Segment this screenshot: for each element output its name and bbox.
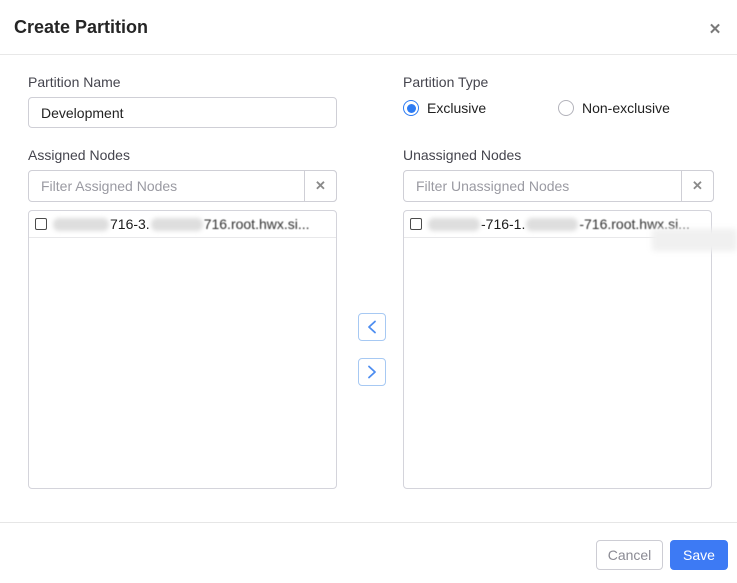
unassigned-nodes-list: -716-1. -716.root.hwx.si...	[403, 210, 712, 489]
assigned-nodes-list: 716-3. 716.root.hwx.si...	[28, 210, 337, 489]
unassigned-filter-clear-icon[interactable]: ✕	[681, 170, 714, 202]
radio-option-exclusive[interactable]: Exclusive	[403, 100, 486, 116]
radio-selected-icon[interactable]	[403, 100, 419, 116]
dialog-title: Create Partition	[14, 17, 149, 37]
assigned-filter-group: ✕	[28, 170, 337, 202]
dialog-header: Create Partition ✕	[0, 0, 737, 55]
radio-label: Non-exclusive	[582, 100, 670, 116]
unassigned-nodes-label: Unassigned Nodes	[403, 147, 522, 163]
redacted-text	[53, 217, 109, 231]
unassigned-filter-group: ✕	[403, 170, 714, 202]
radio-label: Exclusive	[427, 100, 487, 116]
assigned-node-row[interactable]: 716-3. 716.root.hwx.si...	[29, 211, 336, 238]
node-name-part: -716-1.	[481, 216, 526, 232]
node-name: 716-3. 716.root.hwx.si...	[52, 216, 310, 232]
move-right-button[interactable]	[358, 358, 386, 386]
radio-option-non-exclusive[interactable]: Non-exclusive	[558, 100, 670, 116]
assigned-filter-clear-icon[interactable]: ✕	[304, 170, 337, 202]
save-button[interactable]: Save	[670, 540, 728, 570]
footer-divider	[0, 522, 737, 523]
assigned-filter-input[interactable]	[28, 170, 337, 202]
node-name-part: 716.root.hwx.si...	[203, 216, 310, 232]
partition-type-label: Partition Type	[403, 74, 489, 90]
unassigned-filter-input[interactable]	[403, 170, 714, 202]
chevron-right-icon	[366, 365, 378, 379]
node-checkbox[interactable]	[410, 218, 422, 230]
node-checkbox[interactable]	[35, 218, 47, 230]
partition-name-label: Partition Name	[28, 74, 121, 90]
create-partition-dialog: Create Partition ✕ Partition Name Partit…	[0, 0, 737, 583]
cancel-button[interactable]: Cancel	[596, 540, 663, 570]
node-name: -716-1. -716.root.hwx.si...	[427, 216, 690, 232]
redaction-smudge	[652, 229, 737, 251]
close-icon[interactable]: ✕	[704, 18, 726, 40]
redacted-text	[150, 217, 203, 231]
chevron-left-icon	[366, 320, 378, 334]
radio-unselected-icon[interactable]	[558, 100, 574, 116]
redacted-text	[428, 217, 480, 231]
partition-name-input[interactable]	[28, 97, 337, 128]
assigned-nodes-label: Assigned Nodes	[28, 147, 130, 163]
move-left-button[interactable]	[358, 313, 386, 341]
redacted-text	[526, 217, 579, 231]
node-name-part: 716-3.	[110, 216, 150, 232]
